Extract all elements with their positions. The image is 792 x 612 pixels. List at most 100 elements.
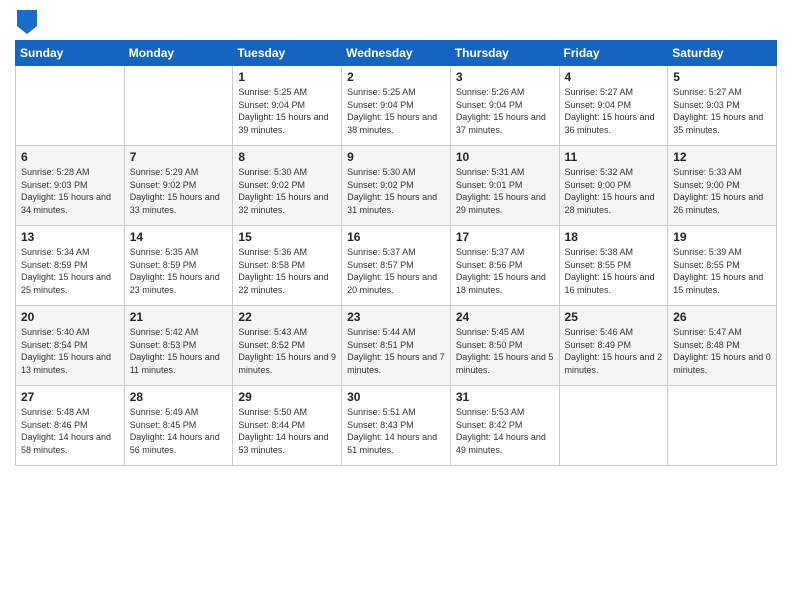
calendar-cell: 23 Sunrise: 5:44 AM Sunset: 8:51 PM Dayli…	[342, 306, 451, 386]
calendar-week-row: 27Sunrise: 5:48 AM Sunset: 8:46 PM Dayli…	[16, 386, 777, 466]
calendar-week-row: 13 Sunrise: 5:34 AM Sunset: 8:59 PM Dayli…	[16, 226, 777, 306]
day-number: 30	[347, 390, 445, 404]
header	[15, 10, 777, 32]
day-info: Sunrise: 5:43 AM Sunset: 8:52 PM Dayligh…	[238, 326, 336, 376]
day-number: 5	[673, 70, 771, 84]
calendar-cell: 26 Sunrise: 5:47 AM Sunset: 8:48 PM Dayli…	[668, 306, 777, 386]
day-info: Sunrise: 5:29 AM Sunset: 9:02 PM Dayligh…	[130, 166, 228, 216]
calendar-cell: 16 Sunrise: 5:37 AM Sunset: 8:57 PM Dayli…	[342, 226, 451, 306]
day-number: 21	[130, 310, 228, 324]
day-info: Sunrise: 5:45 AM Sunset: 8:50 PM Dayligh…	[456, 326, 554, 376]
calendar-cell	[124, 66, 233, 146]
calendar-header-sunday: Sunday	[16, 41, 125, 66]
calendar-week-row: 6 Sunrise: 5:28 AM Sunset: 9:03 PM Daylig…	[16, 146, 777, 226]
day-number: 27	[21, 390, 119, 404]
day-info: Sunrise: 5:50 AM Sunset: 8:44 PM Dayligh…	[238, 406, 336, 456]
day-info: Sunrise: 5:44 AM Sunset: 8:51 PM Dayligh…	[347, 326, 445, 376]
calendar-cell: 8 Sunrise: 5:30 AM Sunset: 9:02 PM Daylig…	[233, 146, 342, 226]
calendar-header-friday: Friday	[559, 41, 668, 66]
day-info: Sunrise: 5:27 AM Sunset: 9:03 PM Dayligh…	[673, 86, 771, 136]
calendar-cell: 30 Sunrise: 5:51 AM Sunset: 8:43 PM Dayli…	[342, 386, 451, 466]
calendar-week-row: 20 Sunrise: 5:40 AM Sunset: 8:54 PM Dayli…	[16, 306, 777, 386]
day-number: 9	[347, 150, 445, 164]
day-number: 10	[456, 150, 554, 164]
calendar-cell: 6 Sunrise: 5:28 AM Sunset: 9:03 PM Daylig…	[16, 146, 125, 226]
day-info: Sunrise: 5:47 AM Sunset: 8:48 PM Dayligh…	[673, 326, 771, 376]
logo	[15, 10, 37, 32]
day-number: 19	[673, 230, 771, 244]
calendar-cell: 28Sunrise: 5:49 AM Sunset: 8:45 PM Dayli…	[124, 386, 233, 466]
day-info: Sunrise: 5:49 AM Sunset: 8:45 PM Dayligh…	[130, 406, 228, 456]
day-info: Sunrise: 5:30 AM Sunset: 9:02 PM Dayligh…	[238, 166, 336, 216]
calendar-cell: 10 Sunrise: 5:31 AM Sunset: 9:01 PM Dayli…	[450, 146, 559, 226]
day-number: 26	[673, 310, 771, 324]
day-info: Sunrise: 5:51 AM Sunset: 8:43 PM Dayligh…	[347, 406, 445, 456]
day-number: 8	[238, 150, 336, 164]
calendar-header-tuesday: Tuesday	[233, 41, 342, 66]
day-info: Sunrise: 5:38 AM Sunset: 8:55 PM Dayligh…	[565, 246, 663, 296]
calendar-header-row: SundayMondayTuesdayWednesdayThursdayFrid…	[16, 41, 777, 66]
calendar-cell: 1Sunrise: 5:25 AM Sunset: 9:04 PM Daylig…	[233, 66, 342, 146]
day-number: 13	[21, 230, 119, 244]
day-number: 4	[565, 70, 663, 84]
day-info: Sunrise: 5:31 AM Sunset: 9:01 PM Dayligh…	[456, 166, 554, 216]
day-info: Sunrise: 5:36 AM Sunset: 8:58 PM Dayligh…	[238, 246, 336, 296]
day-number: 11	[565, 150, 663, 164]
day-info: Sunrise: 5:25 AM Sunset: 9:04 PM Dayligh…	[347, 86, 445, 136]
day-number: 3	[456, 70, 554, 84]
day-info: Sunrise: 5:37 AM Sunset: 8:57 PM Dayligh…	[347, 246, 445, 296]
calendar-cell: 31Sunrise: 5:53 AM Sunset: 8:42 PM Dayli…	[450, 386, 559, 466]
calendar-cell	[668, 386, 777, 466]
calendar-cell: 24 Sunrise: 5:45 AM Sunset: 8:50 PM Dayli…	[450, 306, 559, 386]
day-number: 23	[347, 310, 445, 324]
day-number: 14	[130, 230, 228, 244]
day-number: 16	[347, 230, 445, 244]
day-number: 15	[238, 230, 336, 244]
day-number: 29	[238, 390, 336, 404]
calendar-cell: 15 Sunrise: 5:36 AM Sunset: 8:58 PM Dayli…	[233, 226, 342, 306]
day-info: Sunrise: 5:27 AM Sunset: 9:04 PM Dayligh…	[565, 86, 663, 136]
calendar-header-wednesday: Wednesday	[342, 41, 451, 66]
day-info: Sunrise: 5:34 AM Sunset: 8:59 PM Dayligh…	[21, 246, 119, 296]
day-info: Sunrise: 5:33 AM Sunset: 9:00 PM Dayligh…	[673, 166, 771, 216]
day-number: 24	[456, 310, 554, 324]
calendar-cell: 9 Sunrise: 5:30 AM Sunset: 9:02 PM Daylig…	[342, 146, 451, 226]
calendar-cell: 11 Sunrise: 5:32 AM Sunset: 9:00 PM Dayli…	[559, 146, 668, 226]
calendar-header-saturday: Saturday	[668, 41, 777, 66]
calendar-cell: 19 Sunrise: 5:39 AM Sunset: 8:55 PM Dayli…	[668, 226, 777, 306]
calendar-header-thursday: Thursday	[450, 41, 559, 66]
day-info: Sunrise: 5:30 AM Sunset: 9:02 PM Dayligh…	[347, 166, 445, 216]
calendar-cell: 13 Sunrise: 5:34 AM Sunset: 8:59 PM Dayli…	[16, 226, 125, 306]
calendar-cell: 27Sunrise: 5:48 AM Sunset: 8:46 PM Dayli…	[16, 386, 125, 466]
day-number: 7	[130, 150, 228, 164]
calendar-cell: 22 Sunrise: 5:43 AM Sunset: 8:52 PM Dayli…	[233, 306, 342, 386]
day-info: Sunrise: 5:25 AM Sunset: 9:04 PM Dayligh…	[238, 86, 336, 136]
day-number: 17	[456, 230, 554, 244]
day-number: 20	[21, 310, 119, 324]
calendar-cell	[559, 386, 668, 466]
logo-icon	[17, 10, 37, 34]
calendar-cell	[16, 66, 125, 146]
day-info: Sunrise: 5:53 AM Sunset: 8:42 PM Dayligh…	[456, 406, 554, 456]
day-info: Sunrise: 5:40 AM Sunset: 8:54 PM Dayligh…	[21, 326, 119, 376]
day-info: Sunrise: 5:39 AM Sunset: 8:55 PM Dayligh…	[673, 246, 771, 296]
page: SundayMondayTuesdayWednesdayThursdayFrid…	[0, 0, 792, 612]
day-info: Sunrise: 5:32 AM Sunset: 9:00 PM Dayligh…	[565, 166, 663, 216]
day-number: 12	[673, 150, 771, 164]
day-info: Sunrise: 5:37 AM Sunset: 8:56 PM Dayligh…	[456, 246, 554, 296]
calendar-cell: 2 Sunrise: 5:25 AM Sunset: 9:04 PM Daylig…	[342, 66, 451, 146]
day-number: 18	[565, 230, 663, 244]
day-number: 6	[21, 150, 119, 164]
calendar-cell: 21Sunrise: 5:42 AM Sunset: 8:53 PM Dayli…	[124, 306, 233, 386]
day-info: Sunrise: 5:35 AM Sunset: 8:59 PM Dayligh…	[130, 246, 228, 296]
calendar-cell: 5 Sunrise: 5:27 AM Sunset: 9:03 PM Daylig…	[668, 66, 777, 146]
day-number: 2	[347, 70, 445, 84]
calendar-header-monday: Monday	[124, 41, 233, 66]
day-number: 25	[565, 310, 663, 324]
calendar-cell: 7 Sunrise: 5:29 AM Sunset: 9:02 PM Daylig…	[124, 146, 233, 226]
day-info: Sunrise: 5:28 AM Sunset: 9:03 PM Dayligh…	[21, 166, 119, 216]
calendar-cell: 12 Sunrise: 5:33 AM Sunset: 9:00 PM Dayli…	[668, 146, 777, 226]
calendar-week-row: 1Sunrise: 5:25 AM Sunset: 9:04 PM Daylig…	[16, 66, 777, 146]
day-number: 22	[238, 310, 336, 324]
day-info: Sunrise: 5:46 AM Sunset: 8:49 PM Dayligh…	[565, 326, 663, 376]
